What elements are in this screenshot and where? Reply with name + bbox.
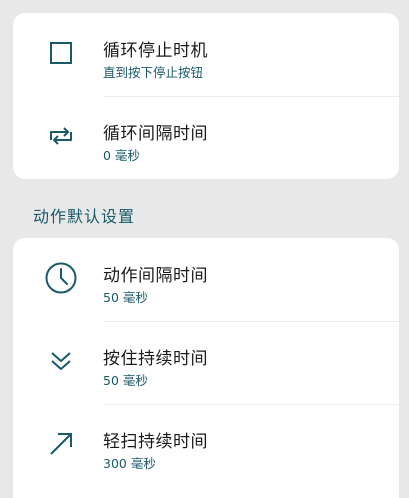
clock-icon xyxy=(43,260,79,296)
loop-stop-condition-value: 直到按下停止按钮 xyxy=(103,65,204,80)
section-header-action-defaults: 动作默认设置 xyxy=(33,207,136,226)
action-interval-item[interactable]: 动作间隔时间 50 毫秒 xyxy=(13,238,399,321)
hold-duration-title: 按住持续时间 xyxy=(103,349,208,369)
repeat-icon xyxy=(43,118,79,154)
loop-stop-condition-title: 循环停止时机 xyxy=(103,41,208,61)
loop-interval-value: 0 毫秒 xyxy=(103,148,140,163)
loop-settings-card: 循环停止时机 直到按下停止按钮 循环间隔时间 0 毫秒 xyxy=(13,13,399,179)
swipe-duration-title: 轻扫持续时间 xyxy=(103,432,208,452)
hold-duration-value: 50 毫秒 xyxy=(103,373,148,388)
loop-stop-condition-item[interactable]: 循环停止时机 直到按下停止按钮 xyxy=(13,13,399,96)
double-chevron-down-icon xyxy=(43,343,79,379)
hold-duration-item[interactable]: 按住持续时间 50 毫秒 xyxy=(13,321,399,404)
stop-square-icon xyxy=(43,35,79,71)
loop-interval-title: 循环间隔时间 xyxy=(103,124,208,144)
arrow-up-right-icon xyxy=(43,426,79,462)
action-interval-title: 动作间隔时间 xyxy=(103,266,208,286)
action-interval-value: 50 毫秒 xyxy=(103,290,148,305)
loop-interval-item[interactable]: 循环间隔时间 0 毫秒 xyxy=(13,96,399,179)
action-defaults-card: 动作间隔时间 50 毫秒 按住持续时间 50 毫秒 轻扫持续时间 300 毫秒 xyxy=(13,238,399,498)
swipe-duration-item[interactable]: 轻扫持续时间 300 毫秒 xyxy=(13,404,399,487)
swipe-duration-value: 300 毫秒 xyxy=(103,456,156,471)
